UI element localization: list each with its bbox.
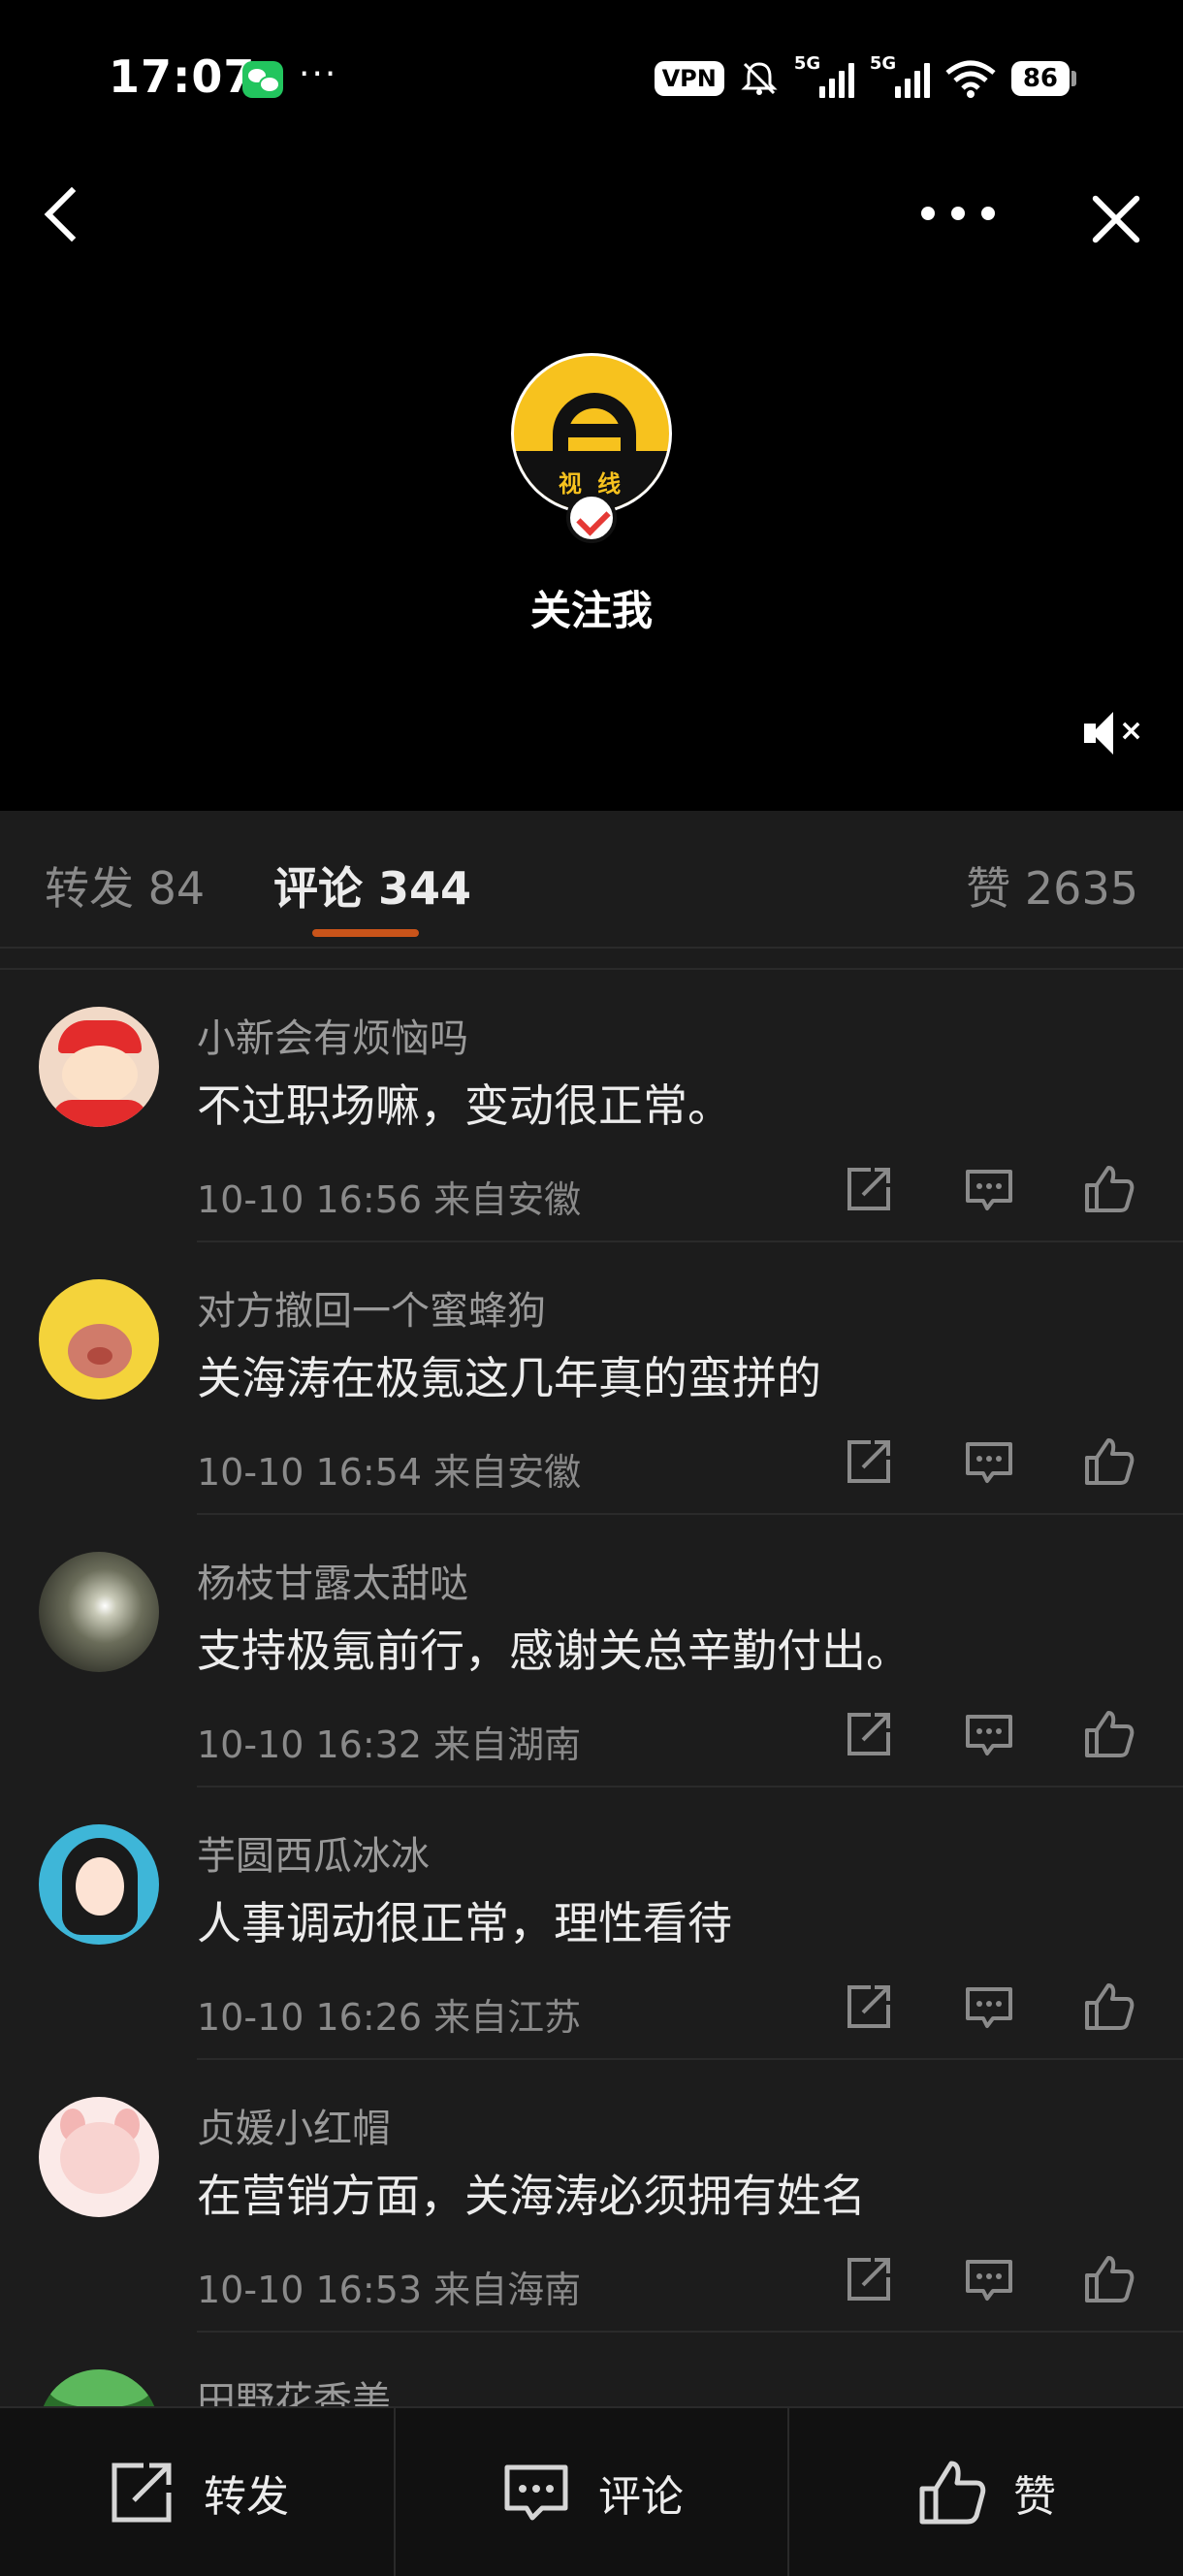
comment-text: 支持极氪前行，感谢关总辛勤付出。 [197, 1625, 911, 1677]
thumbs-up-icon[interactable] [1081, 1980, 1135, 2034]
avatar[interactable] [39, 1552, 159, 1672]
avatar[interactable] [39, 1279, 159, 1400]
share-icon[interactable] [842, 1980, 896, 2034]
brand-avatar[interactable]: 视 线 [511, 353, 672, 514]
thumbs-up-icon[interactable] [1081, 1707, 1135, 1761]
share-icon [105, 2456, 178, 2529]
comment-username[interactable]: 小新会有烦恼吗 [197, 1007, 468, 1063]
tab-like[interactable]: 赞 2635 [966, 853, 1138, 918]
wechat-icon [242, 61, 283, 98]
mute-icon[interactable]: × [1084, 710, 1146, 758]
battery-icon: 86 [1010, 61, 1076, 96]
battery-level: 86 [1010, 61, 1070, 96]
thumbs-up-icon[interactable] [1081, 1434, 1135, 1489]
comment-text: 人事调动很正常，理性看待 [197, 1897, 732, 1949]
comment-meta: 10-10 16:54 来自安徽 [197, 1451, 582, 1494]
comment-item: 田野花香美 [0, 2333, 1183, 2406]
signal-icon: 5G [870, 53, 930, 98]
close-icon[interactable] [1086, 189, 1146, 249]
comment-icon[interactable] [962, 1980, 1016, 2034]
thumbs-up-icon[interactable] [1081, 2252, 1135, 2306]
comment-meta: 10-10 16:53 来自海南 [197, 2269, 582, 2311]
comment-username[interactable]: 田野花香美 [197, 2369, 391, 2406]
avatar[interactable] [39, 1007, 159, 1127]
more-dots-icon: ··· [299, 54, 338, 94]
comment-icon[interactable] [962, 2252, 1016, 2306]
repost-label: 转发 [204, 2471, 289, 2522]
comment-username[interactable]: 芋圆西瓜冰冰 [197, 1824, 430, 1881]
comment-icon [499, 2456, 573, 2529]
signal-icon: 5G [794, 53, 854, 98]
share-icon[interactable] [842, 2252, 896, 2306]
share-icon[interactable] [842, 1707, 896, 1761]
avatar[interactable] [39, 1824, 159, 1945]
wifi-icon [945, 59, 996, 98]
share-icon[interactable] [842, 1434, 896, 1489]
repost-button[interactable]: 转发 [0, 2408, 394, 2576]
comment-item: 小新会有烦恼吗 不过职场嘛，变动很正常。 10-10 16:56 来自安徽 [0, 970, 1183, 1242]
share-icon[interactable] [842, 1162, 896, 1216]
like-button[interactable]: 赞 [787, 2408, 1181, 2576]
network-type-1: 5G [793, 53, 821, 74]
comment-button[interactable]: 评论 [394, 2408, 787, 2576]
thumbs-up-icon [914, 2456, 988, 2529]
verified-icon [566, 493, 617, 543]
comment-item: 对方撤回一个蜜蜂狗 关海涛在极氪这几年真的蛮拼的 10-10 16:54 来自安… [0, 1242, 1183, 1515]
tab-repost[interactable]: 转发 84 [45, 853, 205, 918]
back-icon[interactable] [39, 179, 87, 247]
comment-meta: 10-10 16:32 来自湖南 [197, 1723, 582, 1766]
comment-item: 杨枝甘露太甜哒 支持极氪前行，感谢关总辛勤付出。 10-10 16:32 来自湖… [0, 1515, 1183, 1787]
comment-meta: 10-10 16:56 来自安徽 [197, 1178, 582, 1221]
thumbs-up-icon[interactable] [1081, 1162, 1135, 1216]
comment-username[interactable]: 杨枝甘露太甜哒 [197, 1552, 468, 1608]
status-icons: VPN 5G 5G 86 [654, 53, 1076, 103]
status-time: 17:07 [109, 50, 256, 103]
interaction-panel: 转发 84 评论 344 赞 2635 小新会有烦恼吗 不过职场嘛，变动很正常。… [0, 811, 1183, 2406]
avatar[interactable] [39, 2097, 159, 2217]
comment-username[interactable]: 贞媛小红帽 [197, 2097, 391, 2153]
follow-title: 关注我 [529, 587, 653, 634]
comment-label: 评论 [598, 2471, 684, 2522]
comment-text: 关海涛在极氪这几年真的蛮拼的 [197, 1352, 821, 1404]
comment-meta: 10-10 16:26 来自江苏 [197, 1996, 582, 2039]
tab-comment[interactable]: 评论 344 [273, 853, 471, 918]
more-options-icon[interactable] [921, 194, 995, 233]
bottom-action-bar: 转发 评论 赞 [0, 2406, 1183, 2576]
like-label: 赞 [1013, 2471, 1056, 2522]
mute-bell-icon [740, 59, 779, 98]
divider [0, 949, 1183, 970]
comment-icon[interactable] [962, 1707, 1016, 1761]
avatar[interactable] [39, 2369, 159, 2406]
comment-item: 贞媛小红帽 在营销方面，关海涛必须拥有姓名 10-10 16:53 来自海南 [0, 2060, 1183, 2333]
comment-item: 芋圆西瓜冰冰 人事调动很正常，理性看待 10-10 16:26 来自江苏 [0, 1787, 1183, 2060]
comment-icon[interactable] [962, 1434, 1016, 1489]
comment-text: 不过职场嘛，变动很正常。 [197, 1079, 732, 1132]
active-tab-indicator [312, 929, 419, 937]
status-bar: 17:07 ··· VPN 5G 5G 86 [0, 0, 1183, 145]
tab-bar: 转发 84 评论 344 赞 2635 [0, 811, 1183, 949]
comment-username[interactable]: 对方撤回一个蜜蜂狗 [197, 1279, 546, 1336]
comment-icon[interactable] [962, 1162, 1016, 1216]
vpn-badge: VPN [654, 61, 724, 96]
app-screen: 17:07 ··· VPN 5G 5G 86 视 线 关注我 × 转发 84 评… [0, 0, 1183, 2576]
network-type-2: 5G [869, 53, 897, 74]
comment-text: 在营销方面，关海涛必须拥有姓名 [197, 2170, 866, 2222]
